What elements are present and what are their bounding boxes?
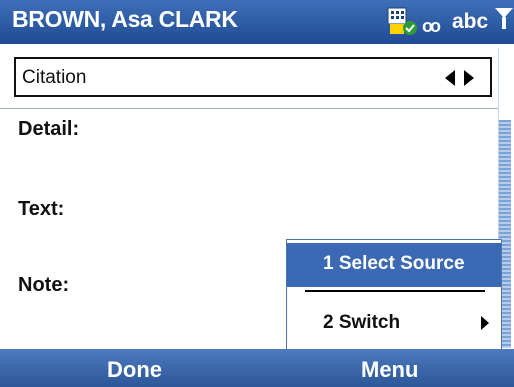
divider xyxy=(0,108,498,109)
softkey-bar: Done Menu xyxy=(0,349,514,387)
note-label: Note: xyxy=(18,274,70,296)
title-bar: BROWN, Asa CLARK oo abc xyxy=(0,0,514,44)
screen: BROWN, Asa CLARK oo abc Citation Detail:… xyxy=(0,0,514,387)
input-mode-indicator[interactable]: abc xyxy=(452,10,488,34)
submenu-arrow-icon xyxy=(481,316,489,330)
detail-label: Detail: xyxy=(18,118,80,140)
arrow-left-icon[interactable] xyxy=(445,70,455,86)
menu-softkey[interactable]: Menu xyxy=(361,357,418,383)
sync-icon[interactable] xyxy=(386,6,420,36)
citation-selector[interactable]: Citation xyxy=(14,57,492,97)
voicemail-icon: oo xyxy=(422,16,441,36)
signal-icon xyxy=(495,8,513,29)
done-softkey[interactable]: Done xyxy=(107,357,162,383)
citation-selector-value: Citation xyxy=(22,67,87,88)
menu-item-select-source[interactable]: 1 Select Source xyxy=(287,243,501,287)
menu-item-label: 2 Switch xyxy=(323,312,401,333)
menu-item-label: 1 Select Source xyxy=(323,253,465,274)
text-label: Text: xyxy=(18,198,65,220)
popup-menu: 1 Select Source 2 Switch xyxy=(286,239,502,355)
menu-item-switch[interactable]: 2 Switch xyxy=(287,302,501,346)
page-title: BROWN, Asa CLARK xyxy=(12,6,238,32)
menu-separator xyxy=(305,290,485,292)
arrow-right-icon[interactable] xyxy=(464,70,474,86)
